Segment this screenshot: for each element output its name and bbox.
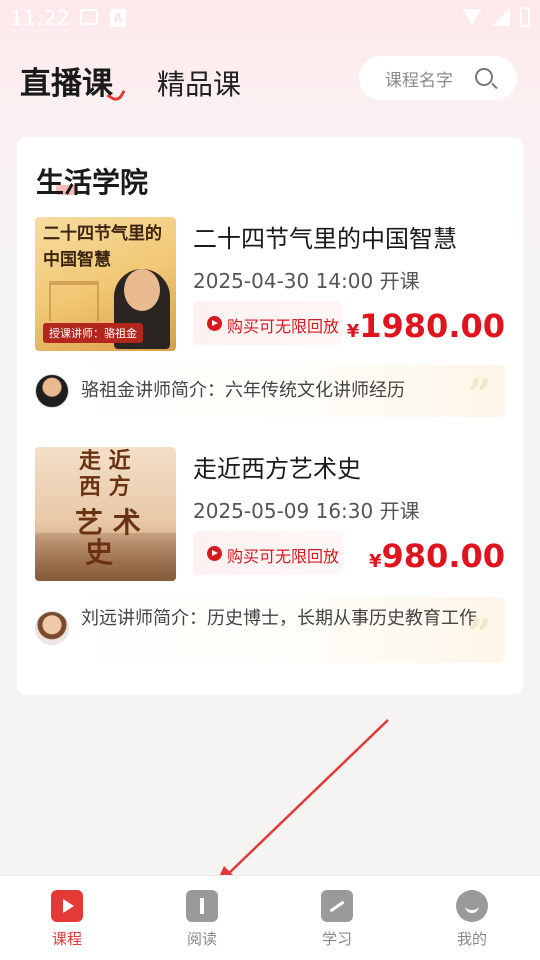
lecturer-face: [124, 269, 160, 311]
replay-badge: 购买可无限回放: [193, 531, 343, 575]
teacher-intro-text: 骆祖金讲师简介：六年传统文化讲师经历: [81, 380, 405, 401]
quote-icon: ”: [467, 371, 491, 418]
study-chart-icon: [321, 890, 353, 922]
play-circle-icon: [207, 316, 222, 331]
course-item[interactable]: 走 近 西 方 艺 术 史 走近西方艺术史 2025-05-09 16:30 开…: [35, 447, 505, 581]
section-title: 生活学院: [36, 166, 149, 199]
thumbnail-lecturer-badge: 授课讲师：骆祖金: [43, 323, 143, 343]
replay-badge: 购买可无限回放: [193, 301, 343, 345]
course-title[interactable]: 二十四节气里的中国智慧: [193, 219, 457, 254]
quote-icon: ”: [467, 611, 491, 658]
replay-text: 购买可无限回放: [227, 317, 340, 336]
nav-item-reading[interactable]: 阅读: [172, 890, 232, 949]
course-datetime: 2025-04-30 14:00 开课: [193, 269, 420, 293]
course-price: ¥1980.00: [346, 307, 505, 345]
bottom-navigation: 课程 阅读 学习 我的: [0, 875, 540, 960]
course-type-tabs: 直播课 精品课: [20, 58, 241, 104]
video-play-icon: [51, 890, 83, 922]
course-section-card: 生活学院 二十四节气里的中国智慧 授课讲师：骆祖金 二十四节气里的中国智慧 20…: [17, 137, 523, 695]
avatar: [35, 374, 69, 408]
play-circle-icon: [207, 546, 222, 561]
pagoda-graphic: [49, 281, 99, 321]
image-notification-icon: [80, 9, 98, 25]
teacher-intro[interactable]: 刘远讲师简介：历史博士，长期从事历史教育工作 ”: [35, 597, 505, 663]
search-placeholder: 课程名字: [385, 70, 453, 91]
course-thumbnail[interactable]: 二十四节气里的中国智慧 授课讲师：骆祖金: [35, 217, 176, 351]
smiley-profile-icon: [456, 890, 488, 922]
course-datetime: 2025-05-09 16:30 开课: [193, 499, 420, 523]
battery-icon: [520, 7, 530, 27]
signal-icon: [492, 8, 510, 26]
status-time: 11:22: [10, 6, 71, 30]
teacher-intro-text: 刘远讲师简介：历史博士，长期从事历史教育工作: [81, 608, 477, 629]
course-item[interactable]: 二十四节气里的中国智慧 授课讲师：骆祖金 二十四节气里的中国智慧 2025-04…: [35, 217, 505, 351]
teacher-intro[interactable]: 骆祖金讲师简介：六年传统文化讲师经历 ”: [35, 365, 505, 418]
tab-live-courses[interactable]: 直播课: [20, 58, 126, 104]
search-input[interactable]: 课程名字: [359, 56, 517, 100]
avatar: [35, 611, 69, 645]
replay-text: 购买可无限回放: [227, 547, 340, 566]
book-icon: [186, 890, 218, 922]
app-a-notification-icon: A: [110, 9, 126, 27]
thumbnail-title: 二十四节气里的中国智慧: [43, 224, 162, 270]
course-title[interactable]: 走近西方艺术史: [193, 449, 361, 484]
tab-premium-courses[interactable]: 精品课: [157, 63, 241, 103]
nav-item-study[interactable]: 学习: [307, 890, 367, 949]
status-bar: 11:22 A: [0, 0, 540, 36]
nav-item-profile[interactable]: 我的: [442, 890, 502, 949]
nav-item-courses[interactable]: 课程: [37, 890, 97, 949]
search-icon[interactable]: [475, 68, 493, 86]
wifi-icon: [462, 9, 482, 25]
course-thumbnail[interactable]: 走 近 西 方 艺 术 史: [35, 447, 176, 581]
course-price: ¥980.00: [368, 537, 505, 575]
